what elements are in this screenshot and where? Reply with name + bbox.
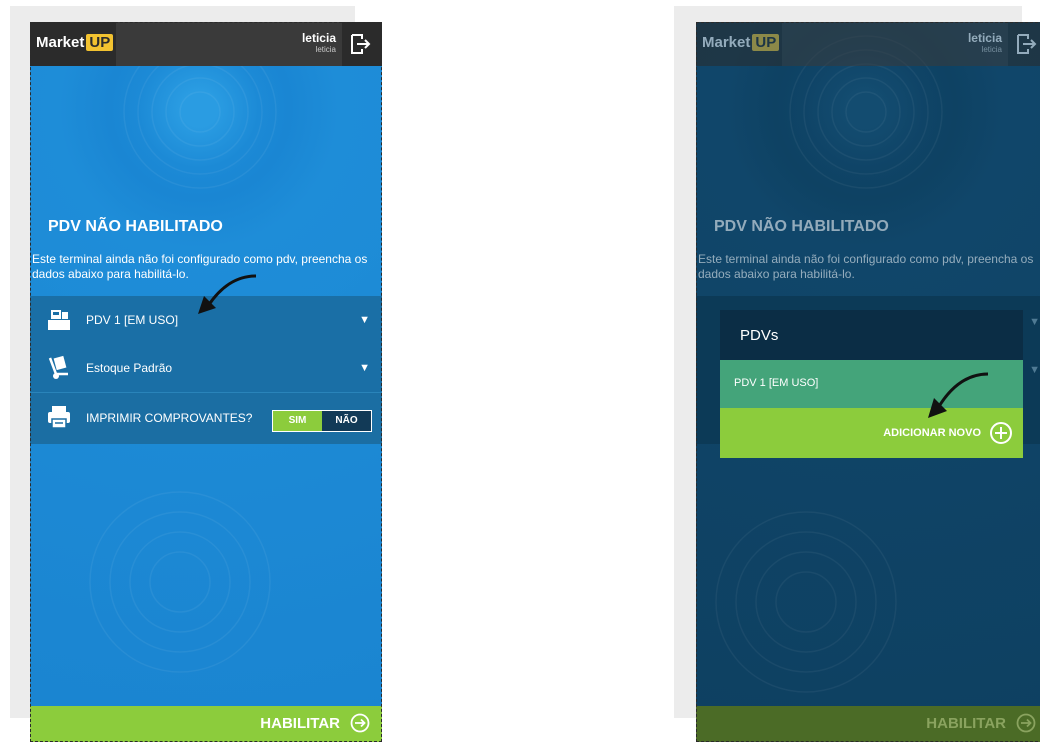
logo: Market UP xyxy=(702,34,780,51)
pointer-arrow-icon xyxy=(198,274,257,314)
phone-screen-left: Market UP leticia leticia PDV NÃO HABILIT… xyxy=(30,22,382,742)
logo: Market UP xyxy=(36,34,114,51)
habilitar-label: HABILITAR xyxy=(260,715,340,732)
estoque-select-label: Estoque Padrão xyxy=(86,361,173,375)
dropdown-title: PDVs xyxy=(740,327,779,344)
dropdown-header: PDVs xyxy=(720,310,1023,360)
print-receipts-row: IMPRIMIR COMPROVANTES? SIM NÃO xyxy=(30,394,382,444)
user-info: leticia leticia xyxy=(968,31,1002,55)
user-name: leticia xyxy=(967,31,1002,45)
logo-accent: UP xyxy=(86,34,114,51)
chevron-down-icon: ▼ xyxy=(359,362,370,374)
arrow-right-circle-icon xyxy=(1016,713,1036,733)
top-bar: Market UP leticia leticia xyxy=(696,22,1040,66)
print-receipts-label: IMPRIMIR COMPROVANTES? xyxy=(86,411,253,425)
pdv-select-label: PDV 1 [EM USO] xyxy=(86,313,179,327)
print-toggle[interactable]: SIM NÃO xyxy=(272,410,372,432)
arrow-right-circle-icon xyxy=(350,713,370,733)
page-title: PDV NÃO HABILITADO xyxy=(714,218,889,235)
pointer-arrow-icon xyxy=(928,372,989,418)
logout-icon[interactable] xyxy=(1014,32,1038,56)
page-description: Este terminal ainda não foi configurado … xyxy=(698,252,1034,281)
chevron-down-icon: ▼ xyxy=(1029,364,1040,376)
toggle-nao[interactable]: NÃO xyxy=(322,411,371,431)
user-info: leticia leticia xyxy=(302,31,336,55)
printer-icon xyxy=(48,406,70,429)
user-subtitle: leticia xyxy=(315,45,336,54)
plus-circle-icon xyxy=(990,422,1012,444)
user-subtitle: leticia xyxy=(981,45,1002,54)
user-name: leticia xyxy=(301,31,336,45)
chevron-down-icon: ▼ xyxy=(1029,316,1040,328)
toggle-sim[interactable]: SIM xyxy=(273,411,322,431)
hand-truck-icon xyxy=(48,355,68,379)
page-title: PDV NÃO HABILITADO xyxy=(48,218,223,235)
logo-text: Market xyxy=(36,34,85,51)
logo-text: Market xyxy=(702,34,751,51)
habilitar-button[interactable]: HABILITAR xyxy=(696,706,1040,742)
cash-register-icon xyxy=(48,310,70,330)
habilitar-label: HABILITAR xyxy=(926,715,1006,732)
dropdown-option-label: PDV 1 [EM USO] xyxy=(734,377,819,389)
phone-screen-right: Market UP leticia leticia PDV NÃO HABILIT… xyxy=(696,22,1040,742)
habilitar-button[interactable]: HABILITAR xyxy=(30,706,382,742)
estoque-select[interactable]: Estoque Padrão ▼ xyxy=(30,344,382,393)
add-new-label: ADICIONAR NOVO xyxy=(883,427,981,439)
chevron-down-icon: ▼ xyxy=(359,314,370,326)
logout-icon[interactable] xyxy=(348,32,372,56)
logo-accent: UP xyxy=(752,34,780,51)
top-bar: Market UP leticia leticia xyxy=(30,22,382,66)
